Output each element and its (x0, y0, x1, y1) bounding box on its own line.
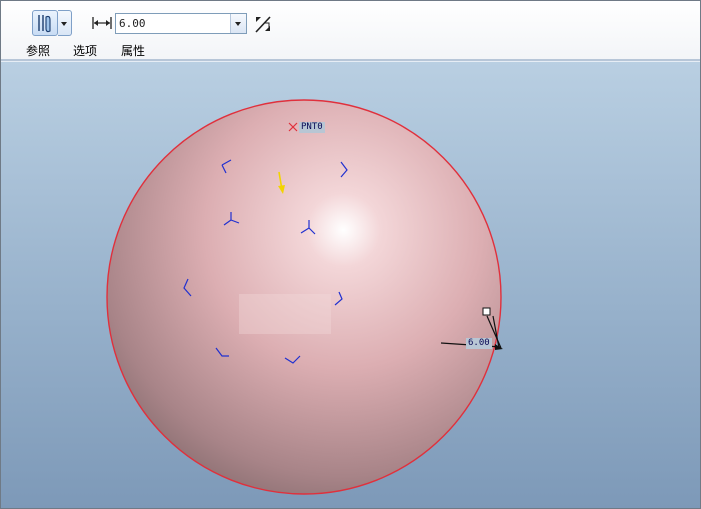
thickness-dropdown-button[interactable] (230, 14, 246, 33)
graphics-viewport[interactable]: PNT0 6.00 (1, 62, 700, 508)
thicken-surface-icon (38, 15, 51, 33)
thickness-combo[interactable] (115, 13, 247, 34)
thicken-preview-band (239, 294, 331, 334)
tab-properties[interactable]: 属性 (121, 42, 145, 59)
thicken-type-dropdown[interactable] (58, 10, 72, 36)
drag-handle[interactable] (482, 307, 491, 316)
thickness-input[interactable] (116, 14, 230, 33)
tab-options[interactable]: 选项 (73, 42, 97, 59)
tab-references[interactable]: 参照 (26, 42, 50, 59)
thicken-type-button[interactable] (32, 10, 58, 36)
flip-direction-icon[interactable] (253, 14, 273, 34)
point-label: PNT0 (299, 122, 325, 133)
model-canvas (106, 99, 503, 495)
dimension-value-label[interactable]: 6.00 (466, 338, 492, 349)
feature-dashboard: 参照 选项 属性 (1, 1, 700, 59)
width-dimension-icon (92, 17, 112, 29)
